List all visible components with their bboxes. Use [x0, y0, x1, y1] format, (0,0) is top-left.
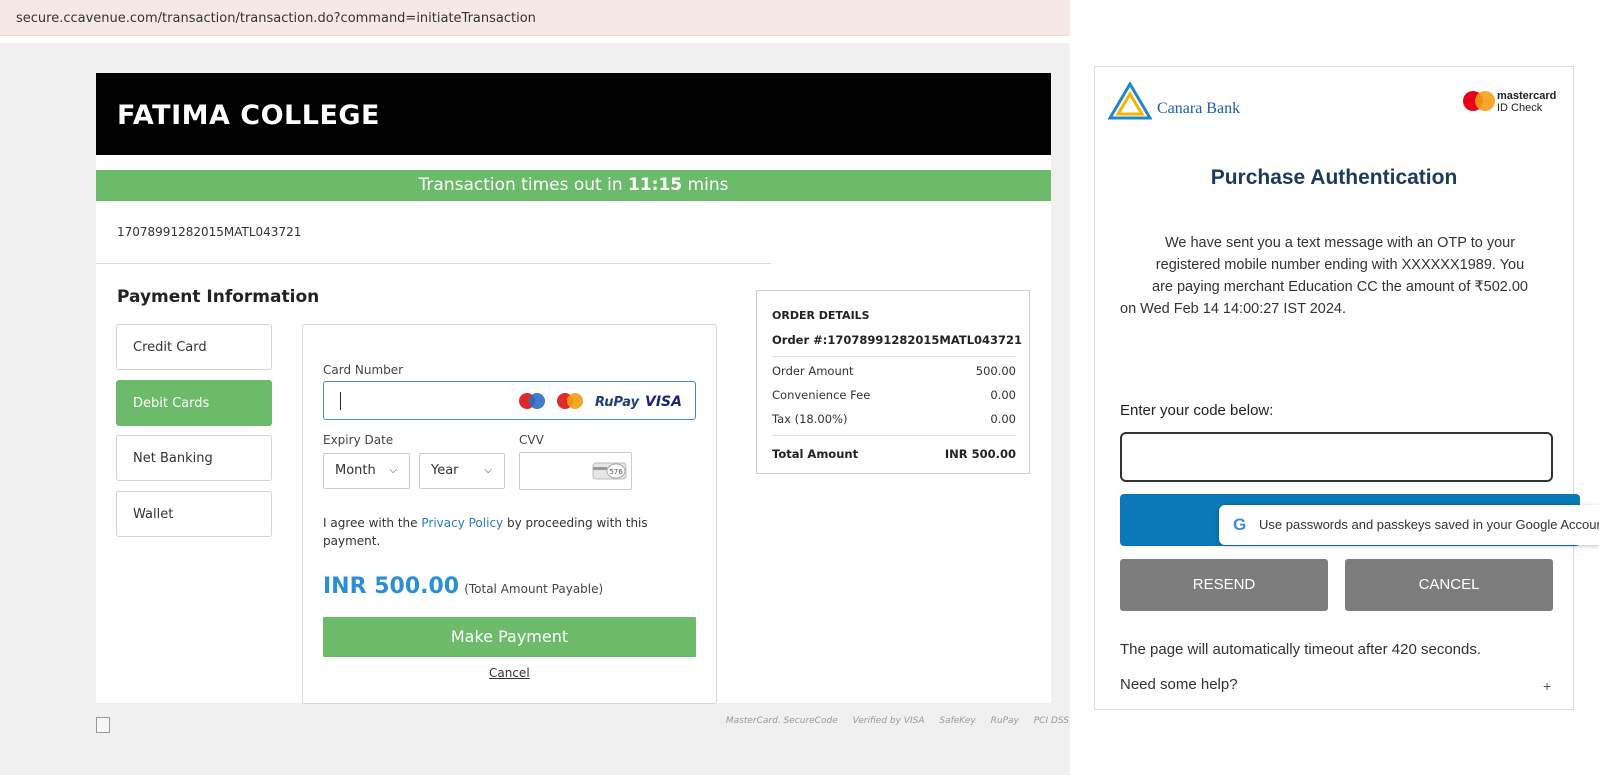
tab-net-banking[interactable]: Net Banking — [116, 435, 272, 481]
bank-name: Canara Bank — [1157, 100, 1241, 117]
row-label: Order Amount — [772, 364, 854, 378]
otp-message-line: We have sent you a text message with an … — [1164, 235, 1516, 251]
maestro-icon — [519, 393, 545, 409]
bank-auth-panel — [1094, 66, 1574, 710]
google-prompt-text: Use passwords and passkeys saved in your… — [1259, 517, 1599, 532]
tab-debit-cards[interactable]: Debit Cards — [116, 380, 272, 426]
total-row: Total Amount INR 500.00 — [772, 447, 1016, 461]
otp-message-line: on Wed Feb 14 14:00:27 IST 2024. — [1120, 301, 1346, 317]
url-text: secure.ccavenue.com/transaction/transact… — [16, 11, 536, 26]
merchant-header: FATIMA COLLEGE — [96, 73, 1051, 155]
expiry-year-select[interactable]: Year ⌵ — [419, 453, 505, 489]
divider — [96, 263, 771, 264]
rupay-logo: RuPay — [990, 716, 1019, 726]
google-icon: G — [1233, 515, 1247, 534]
expand-plus-icon[interactable]: + — [1543, 678, 1551, 694]
privacy-consent-text: I agree with the Privacy Policy by proce… — [323, 514, 693, 550]
order-row: Tax (18.00%) 0.00 — [772, 412, 1016, 426]
year-placeholder: Year — [431, 463, 459, 478]
tab-credit-card[interactable]: Credit Card — [116, 324, 272, 370]
transaction-reference: 17078991282015MATL043721 — [117, 225, 302, 239]
privacy-policy-link[interactable]: Privacy Policy — [421, 516, 503, 530]
row-value: 0.00 — [990, 412, 1016, 426]
google-password-prompt[interactable]: G Use passwords and passkeys saved in yo… — [1219, 505, 1599, 545]
total-label: Total Amount — [772, 447, 859, 461]
expiry-label: Expiry Date — [323, 433, 394, 447]
cvv-label: CVV — [519, 433, 544, 447]
id-check-label: ID Check — [1497, 102, 1543, 114]
card-number-label: Card Number — [323, 363, 404, 377]
amount-note: (Total Amount Payable) — [464, 582, 604, 596]
order-details-title: ORDER DETAILS — [772, 309, 870, 322]
merchant-name: FATIMA COLLEGE — [117, 100, 380, 131]
timeout-value: 11:15 — [628, 175, 683, 195]
otp-message: We have sent you a text message with an … — [1112, 232, 1568, 320]
canara-bank-logo-icon — [1108, 82, 1152, 120]
otp-message-line: registered mobile number ending with XXX… — [1155, 257, 1525, 273]
otp-message-line: are paying merchant Education CC the amo… — [1152, 279, 1528, 295]
month-placeholder: Month — [335, 463, 376, 478]
card-number-input[interactable]: RuPay VISA — [323, 381, 696, 420]
divider — [772, 356, 1016, 357]
cvv-card-icon: 576 — [592, 462, 627, 480]
address-bar[interactable]: secure.ccavenue.com/transaction/transact… — [0, 0, 1070, 36]
timeout-note: The page will automatically timeout afte… — [1120, 641, 1482, 658]
timeout-suffix: mins — [682, 175, 729, 195]
tab-wallet[interactable]: Wallet — [116, 491, 272, 537]
security-logos: MasterCard. SecureCode Verified by VISA … — [714, 716, 1069, 726]
purchase-auth-title: Purchase Authentication — [1210, 166, 1458, 189]
amount-value: INR 500.00 — [323, 574, 460, 599]
broken-image-icon — [96, 717, 110, 733]
timeout-banner: Transaction times out in 11:15 mins — [96, 170, 1051, 201]
help-toggle-label[interactable]: Need some help? — [1120, 676, 1238, 693]
mastercard-wordmark: mastercard — [1497, 90, 1557, 102]
mastercard-id-check: mastercard ID Check — [1497, 90, 1556, 114]
rupay-icon: RuPay — [595, 395, 640, 410]
safekey-logo: SafeKey — [939, 716, 976, 726]
cvv-input[interactable]: 576 — [519, 452, 632, 490]
visa-icon: VISA — [645, 394, 682, 410]
mastercard-securecode-logo: MasterCard. SecureCode — [725, 716, 838, 726]
chevron-down-icon: ⌵ — [484, 465, 492, 476]
row-label: Tax (18.00%) — [772, 412, 848, 426]
payment-info-title: Payment Information — [117, 287, 320, 307]
order-details-panel: ORDER DETAILS Order #:17078991282015MATL… — [756, 290, 1030, 474]
timeout-prefix: Transaction times out in — [418, 175, 629, 195]
total-payable: INR 500.00 (Total Amount Payable) — [323, 574, 603, 599]
card-brand-logos: RuPay VISA — [519, 393, 682, 410]
make-payment-button[interactable]: Make Payment — [323, 617, 696, 657]
cancel-button[interactable]: CANCEL — [1345, 559, 1553, 611]
resend-button[interactable]: RESEND — [1120, 559, 1328, 611]
cvv-hint: 576 — [609, 468, 623, 476]
expiry-month-select[interactable]: Month ⌵ — [323, 453, 410, 489]
row-value: 0.00 — [990, 388, 1016, 402]
agree-prefix: I agree with the — [323, 516, 422, 530]
row-value: 500.00 — [975, 364, 1016, 378]
total-value: INR 500.00 — [944, 447, 1016, 461]
code-label: Enter your code below: — [1120, 402, 1274, 419]
order-row: Convenience Fee 0.00 — [772, 388, 1016, 402]
chevron-down-icon: ⌵ — [389, 465, 397, 476]
order-row: Order Amount 500.00 — [772, 364, 1016, 378]
otp-input[interactable] — [1120, 432, 1553, 482]
pci-dss-logo: PCI DSS — [1033, 716, 1069, 726]
verified-by-visa-logo: Verified by VISA — [852, 716, 925, 726]
cancel-link[interactable]: Cancel — [489, 666, 530, 680]
order-number: Order #:17078991282015MATL043721 — [772, 333, 1023, 347]
divider — [772, 435, 1016, 436]
text-caret — [340, 392, 341, 410]
mastercard-icon — [557, 393, 583, 409]
mastercard-icon — [1463, 91, 1495, 111]
row-label: Convenience Fee — [772, 388, 871, 402]
